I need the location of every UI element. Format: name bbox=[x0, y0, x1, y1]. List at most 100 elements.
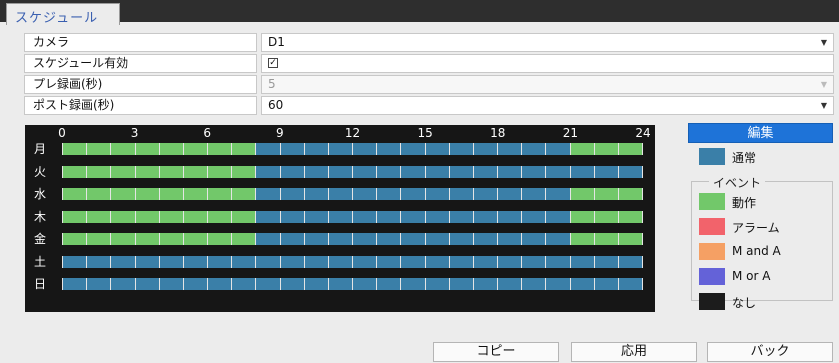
schedule-cell[interactable] bbox=[401, 188, 426, 200]
schedule-cell[interactable] bbox=[377, 165, 402, 178]
schedule-cell[interactable] bbox=[135, 143, 160, 155]
schedule-cell[interactable] bbox=[304, 165, 329, 178]
schedule-cell[interactable] bbox=[232, 278, 257, 290]
schedule-cell[interactable] bbox=[183, 143, 209, 155]
schedule-cell[interactable] bbox=[425, 210, 450, 223]
schedule-cell[interactable] bbox=[280, 210, 305, 223]
schedule-cell[interactable] bbox=[208, 210, 233, 223]
schedule-cell[interactable] bbox=[498, 255, 523, 268]
schedule-cell[interactable] bbox=[304, 255, 329, 268]
schedule-cell[interactable] bbox=[473, 233, 499, 245]
schedule-cell[interactable] bbox=[183, 233, 209, 245]
schedule-cell[interactable] bbox=[208, 188, 233, 200]
schedule-cell[interactable] bbox=[111, 278, 136, 290]
schedule-cell[interactable] bbox=[401, 278, 426, 290]
schedule-cell[interactable] bbox=[449, 278, 474, 290]
schedule-cell[interactable] bbox=[328, 278, 354, 290]
schedule-cell[interactable] bbox=[62, 210, 88, 223]
schedule-cell[interactable] bbox=[111, 143, 136, 155]
schedule-cell[interactable] bbox=[546, 210, 571, 223]
schedule-cell[interactable] bbox=[570, 143, 595, 155]
camera-select[interactable]: D1 ▼ bbox=[261, 33, 834, 52]
schedule-day-row[interactable] bbox=[62, 143, 644, 155]
schedule-cell[interactable] bbox=[377, 188, 402, 200]
schedule-cell[interactable] bbox=[353, 188, 378, 200]
schedule-cell[interactable] bbox=[377, 143, 402, 155]
schedule-cell[interactable] bbox=[62, 143, 88, 155]
schedule-cell[interactable] bbox=[62, 188, 88, 200]
schedule-cell[interactable] bbox=[159, 188, 184, 200]
schedule-cell[interactable] bbox=[232, 255, 257, 268]
schedule-cell[interactable] bbox=[401, 255, 426, 268]
schedule-cell[interactable] bbox=[425, 188, 450, 200]
schedule-cell[interactable] bbox=[473, 278, 499, 290]
schedule-cell[interactable] bbox=[87, 165, 112, 178]
schedule-cell[interactable] bbox=[401, 143, 426, 155]
schedule-cell[interactable] bbox=[208, 255, 233, 268]
schedule-cell[interactable] bbox=[522, 143, 547, 155]
schedule-cell[interactable] bbox=[62, 165, 88, 178]
schedule-cell[interactable] bbox=[449, 188, 474, 200]
apply-button[interactable]: 応用 bbox=[571, 342, 697, 362]
schedule-cell[interactable] bbox=[280, 188, 305, 200]
schedule-cell[interactable] bbox=[183, 210, 209, 223]
schedule-cell[interactable] bbox=[546, 143, 571, 155]
schedule-cell[interactable] bbox=[353, 233, 378, 245]
schedule-cell[interactable] bbox=[546, 165, 571, 178]
schedule-cell[interactable] bbox=[280, 255, 305, 268]
schedule-cell[interactable] bbox=[401, 165, 426, 178]
schedule-cell[interactable] bbox=[62, 233, 88, 245]
schedule-cell[interactable] bbox=[159, 165, 184, 178]
schedule-cell[interactable] bbox=[377, 255, 402, 268]
schedule-cell[interactable] bbox=[473, 165, 499, 178]
schedule-cell[interactable] bbox=[304, 188, 329, 200]
schedule-cell[interactable] bbox=[328, 165, 354, 178]
schedule-cell[interactable] bbox=[304, 143, 329, 155]
schedule-cell[interactable] bbox=[353, 210, 378, 223]
schedule-day-row[interactable] bbox=[62, 188, 644, 200]
schedule-cell[interactable] bbox=[135, 255, 160, 268]
schedule-cell[interactable] bbox=[594, 165, 619, 178]
schedule-cell[interactable] bbox=[183, 188, 209, 200]
schedule-cell[interactable] bbox=[304, 210, 329, 223]
schedule-day-row[interactable] bbox=[62, 255, 644, 268]
schedule-cell[interactable] bbox=[449, 233, 474, 245]
schedule-cell[interactable] bbox=[449, 210, 474, 223]
schedule-cell[interactable] bbox=[328, 255, 354, 268]
schedule-cell[interactable] bbox=[449, 143, 474, 155]
schedule-day-row[interactable] bbox=[62, 210, 644, 223]
schedule-cell[interactable] bbox=[618, 188, 644, 200]
schedule-cell[interactable] bbox=[87, 255, 112, 268]
schedule-cell[interactable] bbox=[570, 165, 595, 178]
schedule-cell[interactable] bbox=[328, 188, 354, 200]
schedule-cell[interactable] bbox=[546, 233, 571, 245]
schedule-cell[interactable] bbox=[618, 233, 644, 245]
schedule-cell[interactable] bbox=[159, 210, 184, 223]
schedule-cell[interactable] bbox=[280, 143, 305, 155]
schedule-grid[interactable]: 0 3 6 9 12 15 18 21 24 月火水木金土日 bbox=[25, 125, 655, 312]
schedule-cell[interactable] bbox=[546, 255, 571, 268]
schedule-cell[interactable] bbox=[449, 165, 474, 178]
schedule-cell[interactable] bbox=[304, 278, 329, 290]
schedule-cell[interactable] bbox=[425, 278, 450, 290]
schedule-cell[interactable] bbox=[401, 233, 426, 245]
schedule-cell[interactable] bbox=[377, 210, 402, 223]
schedule-cell[interactable] bbox=[498, 165, 523, 178]
post-record-select[interactable]: 60 ▼ bbox=[261, 96, 834, 115]
schedule-cell[interactable] bbox=[522, 210, 547, 223]
schedule-cell[interactable] bbox=[328, 233, 354, 245]
schedule-cell[interactable] bbox=[159, 278, 184, 290]
schedule-cell[interactable] bbox=[594, 210, 619, 223]
schedule-cell[interactable] bbox=[111, 188, 136, 200]
schedule-cell[interactable] bbox=[280, 278, 305, 290]
schedule-cell[interactable] bbox=[280, 165, 305, 178]
schedule-cell[interactable] bbox=[594, 255, 619, 268]
schedule-cell[interactable] bbox=[522, 255, 547, 268]
schedule-cell[interactable] bbox=[425, 255, 450, 268]
schedule-cell[interactable] bbox=[159, 143, 184, 155]
schedule-cell[interactable] bbox=[618, 210, 644, 223]
schedule-cell[interactable] bbox=[377, 233, 402, 245]
schedule-cell[interactable] bbox=[256, 143, 281, 155]
schedule-cell[interactable] bbox=[328, 210, 354, 223]
schedule-cell[interactable] bbox=[353, 255, 378, 268]
